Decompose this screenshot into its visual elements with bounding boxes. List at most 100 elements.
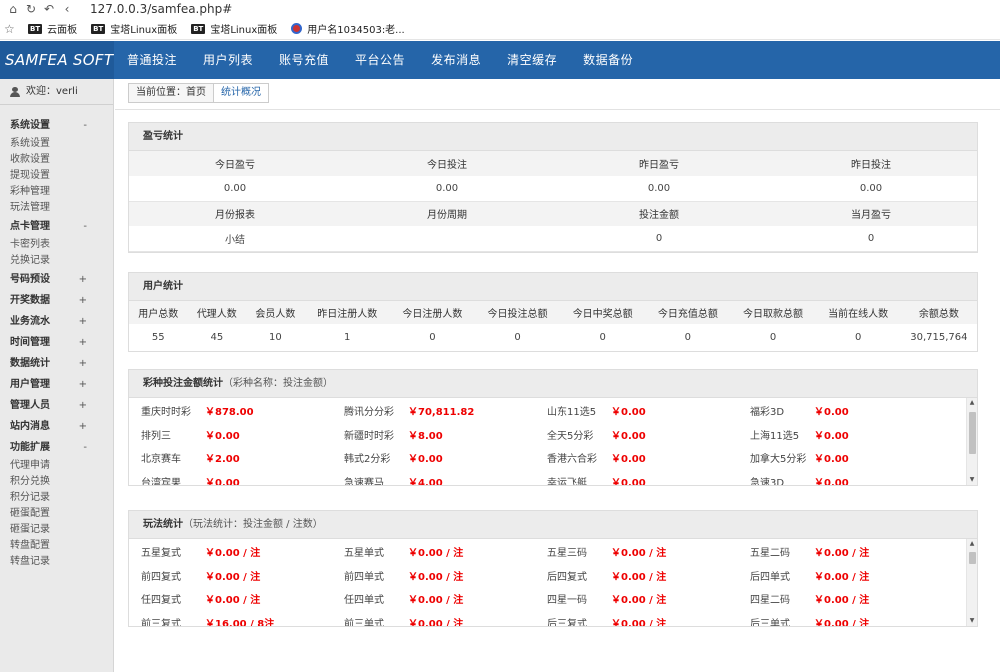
menu-item[interactable]: 账号充值 xyxy=(266,41,342,79)
table-row: 小结 0 0 xyxy=(129,226,977,252)
sidebar-item[interactable]: 积分记录 xyxy=(0,490,113,506)
sidebar-group[interactable]: 开奖数据 + xyxy=(0,290,113,311)
sidebar-item[interactable]: 转盘记录 xyxy=(0,554,113,570)
sidebar-group[interactable]: 用户管理 + xyxy=(0,374,113,395)
toggle-icon[interactable]: + xyxy=(79,290,87,311)
sidebar-item[interactable]: 砸蛋配置 xyxy=(0,506,113,522)
item-value: ￥0.00 xyxy=(611,454,646,466)
item-value: ￥4.00 xyxy=(408,477,443,485)
sidebar-group[interactable]: 号码预设 + xyxy=(0,269,113,290)
scroll-up-icon[interactable]: ▲ xyxy=(967,539,977,549)
sidebar-item[interactable]: 砸蛋记录 xyxy=(0,522,113,538)
sidebar-group[interactable]: 点卡管理 - xyxy=(0,216,113,237)
home-icon[interactable]: ⌂ xyxy=(4,2,22,16)
bookmark-4[interactable]: 用户名1034503:老... xyxy=(291,21,405,36)
bookmark-3[interactable]: BT 宝塔Linux面板 xyxy=(191,21,277,36)
toggle-icon[interactable]: - xyxy=(83,115,87,136)
tab-overview[interactable]: 统计概况 xyxy=(214,83,269,103)
scrollbar[interactable]: ▲ ▼ xyxy=(966,398,977,485)
toggle-icon[interactable]: - xyxy=(83,216,87,237)
scroll-down-icon[interactable]: ▼ xyxy=(967,616,977,626)
star-icon[interactable]: ☆ xyxy=(4,22,22,36)
sidebar-item[interactable]: 卡密列表 xyxy=(0,237,113,253)
sidebar-item[interactable]: 积分兑换 xyxy=(0,474,113,490)
item-value: ￥0.00 xyxy=(408,454,443,466)
browser-toolbar: ⌂ ↻ ↶ ‹ 127.0.0.3/samfea.php# xyxy=(0,0,1000,18)
column-header: 今日投注 xyxy=(341,151,553,176)
scroll-thumb[interactable] xyxy=(969,412,976,454)
bt-icon: BT xyxy=(91,23,106,34)
list-item: 急速3D ￥0.00 xyxy=(750,470,968,485)
back-icon[interactable]: ‹ xyxy=(58,2,76,16)
menu-item[interactable]: 平台公告 xyxy=(342,41,418,79)
sidebar-group[interactable]: 功能扩展 - xyxy=(0,437,113,458)
reload-icon[interactable]: ↻ xyxy=(22,2,40,16)
sidebar-group[interactable]: 业务流水 + xyxy=(0,311,113,332)
toggle-icon[interactable]: + xyxy=(79,353,87,374)
list-item: 腾讯分分彩 ￥70,811.82 xyxy=(344,399,547,423)
item-value: ￥70,811.82 xyxy=(408,407,475,419)
sidebar-group[interactable]: 系统设置 - xyxy=(0,115,113,136)
scrollbar[interactable]: ▲ ▼ xyxy=(966,539,977,626)
column-header: 今日中奖总额 xyxy=(560,301,646,324)
item-value: ￥0.00 / 注 xyxy=(814,548,870,560)
item-name: 北京赛车 xyxy=(141,454,181,466)
toggle-icon[interactable]: + xyxy=(79,395,87,416)
menu-item[interactable]: 清空缓存 xyxy=(494,41,570,79)
play-list[interactable]: 五星复式 ￥0.00 / 注五星单式 ￥0.00 / 注五星三码 ￥0.00 / 注五… xyxy=(129,539,977,626)
list-item: 上海11选5 ￥0.00 xyxy=(750,423,968,447)
sidebar-item[interactable]: 代理申请 xyxy=(0,458,113,474)
sidebar-item[interactable]: 兑换记录 xyxy=(0,253,113,269)
sidebar-item[interactable]: 提现设置 xyxy=(0,168,113,184)
table-cell: 0.00 xyxy=(341,176,553,202)
sidebar-item[interactable]: 收款设置 xyxy=(0,152,113,168)
item-value: ￥0.00 / 注 xyxy=(611,618,667,626)
menu-item[interactable]: 用户列表 xyxy=(190,41,266,79)
sidebar-item[interactable]: 玩法管理 xyxy=(0,200,113,216)
toggle-icon[interactable]: + xyxy=(79,269,87,290)
sidebar-group[interactable]: 数据统计 + xyxy=(0,353,113,374)
item-name: 加拿大5分彩 xyxy=(750,454,807,466)
toggle-icon[interactable]: + xyxy=(79,416,87,437)
toggle-icon[interactable]: + xyxy=(79,374,87,395)
item-value: ￥0.00 / 注 xyxy=(408,595,464,607)
lottery-list[interactable]: 重庆时时彩 ￥878.00 腾讯分分彩 ￥70,811.82 山东11选5 ￥0.00 福彩… xyxy=(129,398,977,485)
logo: SAMFEA SOFT xyxy=(0,41,114,79)
breadcrumb-current[interactable]: 当前位置：首页 xyxy=(128,83,214,103)
sidebar-item[interactable]: 转盘配置 xyxy=(0,538,113,554)
bookmark-2[interactable]: BT 宝塔Linux面板 xyxy=(91,21,177,36)
item-name: 香港六合彩 xyxy=(547,454,597,466)
scroll-up-icon[interactable]: ▲ xyxy=(967,398,977,408)
undo-icon[interactable]: ↶ xyxy=(40,2,58,16)
play-panel: 玩法统计（玩法统计：投注金额 / 注数） 五星复式 ￥0.00 / 注 五星单式 ￥0… xyxy=(128,510,978,627)
toggle-icon[interactable]: + xyxy=(79,332,87,353)
list-item: 排列三 ￥0.00 xyxy=(141,423,344,447)
toggle-icon[interactable]: - xyxy=(83,437,87,458)
sidebar-group-label: 站内消息 xyxy=(10,421,50,432)
sidebar-group[interactable]: 站内消息 + xyxy=(0,416,113,437)
item-name: 山东11选5 xyxy=(547,407,597,419)
item-name: 任四复式 xyxy=(141,595,181,607)
column-header: 月份报表 xyxy=(129,201,341,226)
item-value: ￥0.00 / 注 xyxy=(611,548,667,560)
item-value: ￥0.00 / 注 xyxy=(611,571,667,583)
menu-item[interactable]: 普通投注 xyxy=(114,41,190,79)
sidebar-group-label: 开奖数据 xyxy=(10,295,50,306)
column-header: 用户总数 xyxy=(129,301,188,324)
address-bar[interactable]: 127.0.0.3/samfea.php# xyxy=(90,2,232,16)
bt-icon: BT xyxy=(191,23,206,34)
item-value: ￥0.00 xyxy=(205,477,240,485)
panel-title: 彩种投注金额统计（彩种名称：投注金额） xyxy=(129,370,977,398)
scroll-down-icon[interactable]: ▼ xyxy=(967,475,977,485)
sidebar-item[interactable]: 系统设置 xyxy=(0,136,113,152)
sidebar-group[interactable]: 管理人员 + xyxy=(0,395,113,416)
toggle-icon[interactable]: + xyxy=(79,311,87,332)
sidebar-group-label: 管理人员 xyxy=(10,400,50,411)
menu-item[interactable]: 发布消息 xyxy=(418,41,494,79)
scroll-thumb[interactable] xyxy=(969,552,976,564)
menu-item[interactable]: 数据备份 xyxy=(570,41,646,79)
bookmark-1[interactable]: BT 云面板 xyxy=(28,21,77,36)
sidebar-item[interactable]: 彩种管理 xyxy=(0,184,113,200)
table-cell: 小结 xyxy=(129,226,341,252)
sidebar-group[interactable]: 时间管理 + xyxy=(0,332,113,353)
